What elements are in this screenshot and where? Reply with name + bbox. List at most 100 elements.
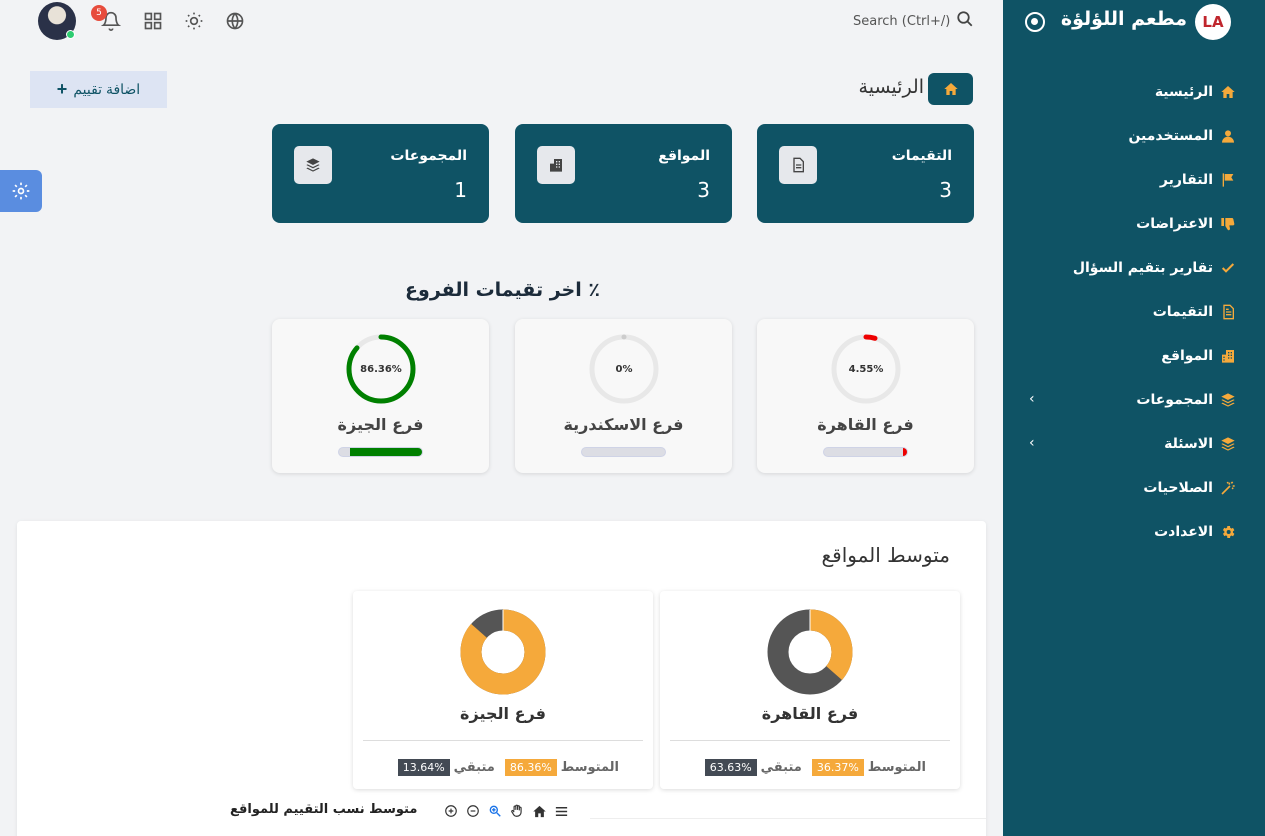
sidebar-nav: الرئيسية المستخدمين التقارير الاعتراضات تقار… <box>1003 70 1265 554</box>
page-title: الرئيسية <box>858 76 924 98</box>
branch-name: فرع القاهرة <box>817 415 914 434</box>
sidebar-item-5[interactable]: التقيمات <box>1003 290 1265 334</box>
site-average-card: فرع الجيزة المتوسط 86.36% متبقي 13.64% <box>353 591 653 789</box>
grid-icon[interactable] <box>141 9 165 33</box>
site-stats-row: المتوسط 86.36% متبقي 13.64% <box>397 759 619 776</box>
sidebar-item-4[interactable]: تقارير بتقيم السؤال <box>1003 246 1265 290</box>
search-box[interactable]: Search (Ctrl+/) <box>853 10 974 32</box>
sidebar-item-0[interactable]: الرئيسية <box>1003 70 1265 114</box>
branch-progress-bar <box>823 447 908 457</box>
brand-title: مطعم اللؤلؤة <box>1060 8 1187 30</box>
plus-icon: + <box>56 79 68 99</box>
branch-card: 0% فرع الاسكندرية <box>515 319 732 473</box>
remaining-value: 13.64% <box>397 759 450 776</box>
globe-icon[interactable] <box>223 9 247 33</box>
online-status-dot <box>66 30 75 39</box>
sidebar-item-7[interactable]: المجموعات ‹ <box>1003 378 1265 422</box>
branch-progress-bar <box>581 447 666 457</box>
sidebar-item-label: الاسئلة <box>1164 436 1213 452</box>
avatar[interactable] <box>38 2 76 40</box>
selection-zoom-icon[interactable] <box>486 802 504 820</box>
stat-card[interactable]: المواقع 3 <box>515 124 732 223</box>
settings-gear-icon[interactable] <box>0 170 42 212</box>
flag-icon <box>1219 171 1237 189</box>
sidebar: LA مطعم اللؤلؤة الرئيسية المستخدمين التقار… <box>1003 0 1265 836</box>
average-value: 36.37% <box>811 759 864 776</box>
zoom-out-icon[interactable] <box>464 802 482 820</box>
notification-badge: 5 <box>91 5 107 21</box>
chart2-title: متوسط نسب التقييم للمواقع <box>230 802 418 817</box>
layers-icon <box>294 146 332 184</box>
brand: LA مطعم اللؤلؤة <box>1003 0 1265 44</box>
stat-card[interactable]: المجموعات 1 <box>272 124 489 223</box>
layers-icon <box>1219 391 1237 409</box>
magic-wand-icon <box>1219 479 1237 497</box>
branch-percent: 4.55% <box>848 363 884 375</box>
chart-toolbar <box>442 802 570 820</box>
branch-name: فرع الاسكندرية <box>563 415 684 434</box>
branch-card: 4.55% فرع القاهرة <box>757 319 974 473</box>
site-stats-row: المتوسط 36.37% متبقي 63.63% <box>704 759 926 776</box>
remaining-label: متبقي <box>760 760 802 775</box>
branch-progress-fill <box>350 448 422 456</box>
sun-icon[interactable] <box>182 9 206 33</box>
reset-home-icon[interactable] <box>530 802 548 820</box>
site-name: فرع القاهرة <box>761 704 859 723</box>
sidebar-item-9[interactable]: الصلاحيات <box>1003 466 1265 510</box>
pan-hand-icon[interactable] <box>508 802 526 820</box>
sidebar-item-label: الصلاحيات <box>1143 480 1213 496</box>
home-icon[interactable] <box>928 73 973 105</box>
sidebar-item-label: الاعتراضات <box>1136 216 1213 232</box>
sidebar-item-label: التقارير <box>1159 172 1213 188</box>
site-donut-chart <box>460 609 546 695</box>
user-icon <box>1219 127 1237 145</box>
sidebar-item-label: المستخدمين <box>1128 128 1213 144</box>
branch-progress-bar <box>338 447 423 457</box>
remaining-label: متبقي <box>453 760 495 775</box>
sidebar-item-10[interactable]: الاعدادت <box>1003 510 1265 554</box>
check-icon <box>1219 259 1237 277</box>
chevron-left-icon: ‹ <box>1029 391 1035 407</box>
branch-progress-fill <box>903 448 907 456</box>
sidebar-item-2[interactable]: التقارير <box>1003 158 1265 202</box>
stat-label: المجموعات <box>390 148 467 164</box>
sidebar-toggle-icon[interactable] <box>1025 12 1045 32</box>
site-average-card: فرع القاهرة المتوسط 36.37% متبقي 63.63% <box>660 591 960 789</box>
menu-icon[interactable] <box>552 802 570 820</box>
chevron-left-icon: ‹ <box>1029 435 1035 451</box>
sidebar-item-label: تقارير بتقيم السؤال <box>1072 260 1213 276</box>
search-label: Search (Ctrl+/) <box>853 13 951 29</box>
sidebar-item-label: المجموعات <box>1136 392 1213 408</box>
sidebar-item-label: المواقع <box>1161 348 1213 364</box>
brand-logo: LA <box>1195 4 1231 40</box>
branch-percent: 0% <box>615 363 633 375</box>
search-icon <box>956 10 974 32</box>
stat-value: 3 <box>697 178 710 202</box>
brand-logo-text: LA <box>1202 13 1224 31</box>
sidebar-item-6[interactable]: المواقع <box>1003 334 1265 378</box>
add-button-label: اضافة تقييم <box>73 81 141 97</box>
add-evaluation-button[interactable]: اضافة تقييم + <box>30 71 167 108</box>
stat-value: 1 <box>454 178 467 202</box>
average-label: المتوسط <box>560 760 619 775</box>
branch-percent: 86.36% <box>360 363 402 375</box>
average-label: المتوسط <box>867 760 926 775</box>
chart2-area <box>590 818 986 836</box>
sidebar-item-label: التقيمات <box>1152 304 1213 320</box>
zoom-in-icon[interactable] <box>442 802 460 820</box>
building-icon <box>537 146 575 184</box>
remaining-value: 63.63% <box>704 759 757 776</box>
divider <box>670 740 950 741</box>
stat-label: المواقع <box>658 148 710 164</box>
stat-value: 3 <box>939 178 952 202</box>
gear-icon <box>1219 523 1237 541</box>
sidebar-item-3[interactable]: الاعتراضات <box>1003 202 1265 246</box>
stat-card[interactable]: التقيمات 3 <box>757 124 974 223</box>
sidebar-item-8[interactable]: الاسئلة ‹ <box>1003 422 1265 466</box>
document-icon <box>1219 303 1237 321</box>
stat-label: التقيمات <box>891 148 952 164</box>
divider <box>363 740 643 741</box>
sidebar-item-label: الاعدادت <box>1154 524 1213 540</box>
average-value: 86.36% <box>504 759 557 776</box>
sidebar-item-1[interactable]: المستخدمين <box>1003 114 1265 158</box>
